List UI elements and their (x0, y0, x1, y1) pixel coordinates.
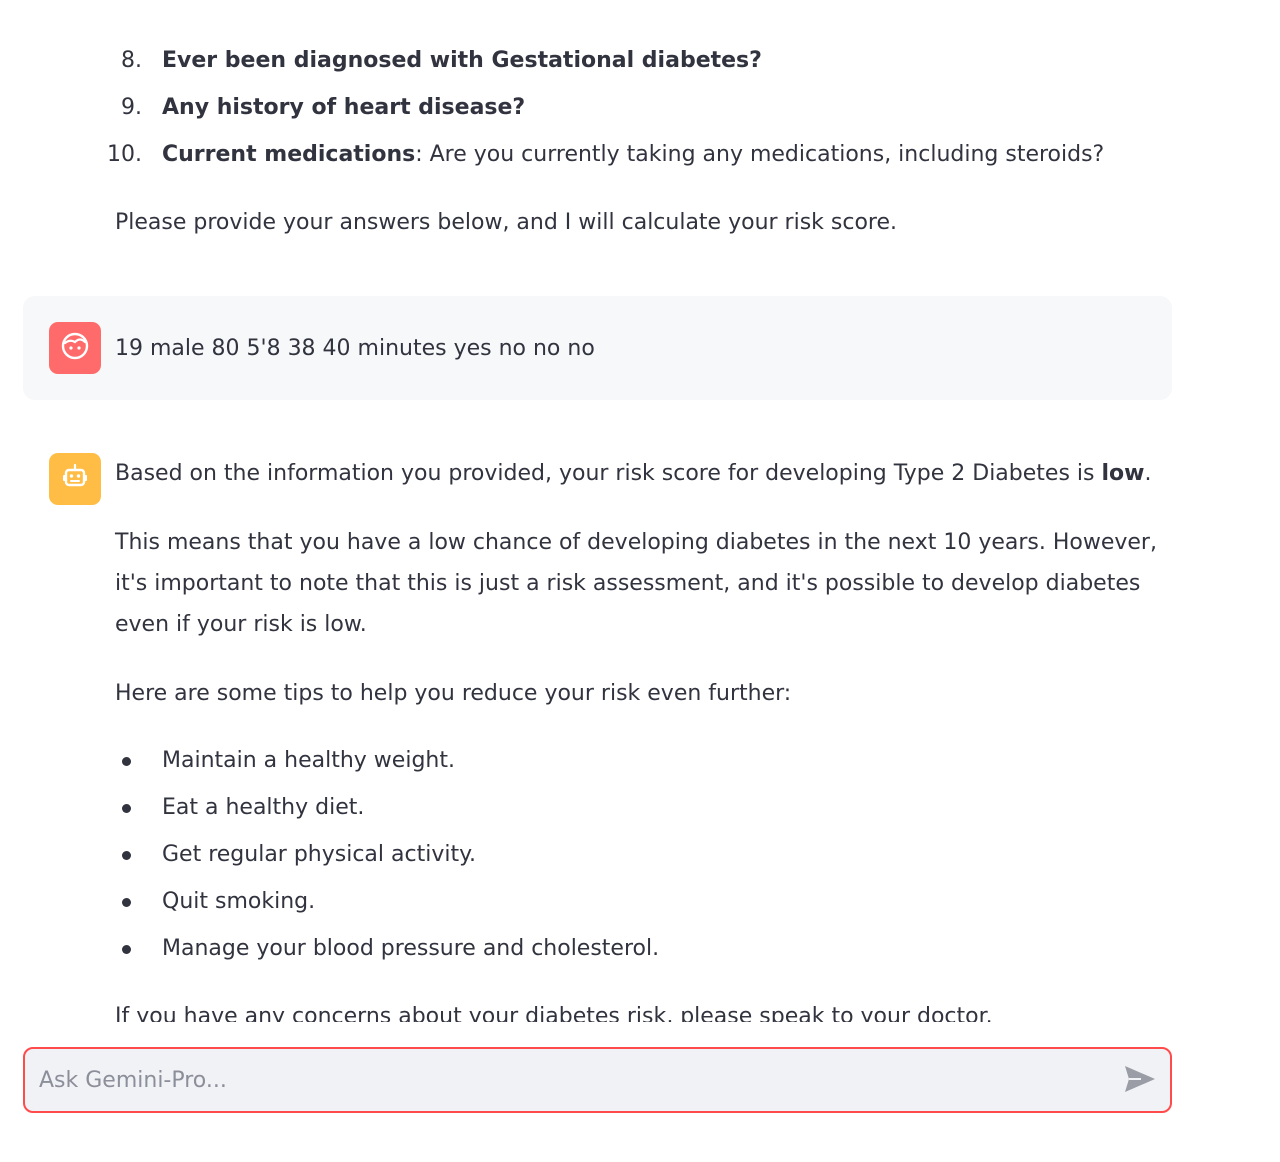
robot-icon (60, 462, 90, 496)
summary-punct: . (1144, 461, 1152, 486)
user-message-text: 19 male 80 5'8 38 40 minutes yes no no n… (115, 336, 595, 361)
chat-page: 8. Ever been diagnosed with Gestational d… (0, 0, 1280, 1162)
send-button[interactable] (1110, 1049, 1170, 1111)
list-item: 9. Any history of heart disease? (0, 87, 1200, 134)
tip-text: Quit smoking. (162, 889, 316, 914)
user-message: 19 male 80 5'8 38 40 minutes yes no no n… (23, 296, 1172, 400)
list-item: 8. Ever been diagnosed with Gestational d… (0, 40, 1200, 87)
user-face-icon (60, 331, 90, 365)
assistant-tips-intro: Here are some tips to help you reduce yo… (115, 681, 792, 706)
chat-history[interactable]: 8. Ever been diagnosed with Gestational d… (0, 0, 1280, 1022)
bullet (122, 945, 131, 954)
bullet (122, 757, 131, 766)
list-item: Eat a healthy diet. (0, 787, 1200, 834)
bullet (122, 804, 131, 813)
tip-text: Get regular physical activity. (162, 842, 476, 867)
assistant-closing-advice: If you have any concerns about your diab… (115, 1004, 993, 1022)
risk-level: low (1101, 461, 1145, 486)
question-rest: : Are you currently taking any medicatio… (415, 142, 1105, 167)
assistant-closing-text: Please provide your answers below, and I… (115, 210, 898, 235)
user-avatar (49, 322, 101, 374)
chat-input-container (23, 1047, 1172, 1113)
questionnaire-list: 8. Ever been diagnosed with Gestational d… (0, 40, 1200, 181)
tip-text: Eat a healthy diet. (162, 795, 365, 820)
tip-text: Manage your blood pressure and cholester… (162, 936, 660, 961)
list-item: 10. Current medications: Are you currentl… (0, 134, 1200, 181)
tips-list: Maintain a healthy weight. Eat a healthy… (0, 740, 1200, 975)
list-item: Maintain a healthy weight. (0, 740, 1200, 787)
assistant-risk-summary: Based on the information you provided, y… (115, 453, 1151, 494)
send-icon (1123, 1064, 1157, 1097)
assistant-avatar (49, 453, 101, 505)
list-item: Get regular physical activity. (0, 834, 1200, 881)
list-number: 9. (121, 95, 142, 120)
list-number: 10. (107, 142, 142, 167)
list-number: 8. (121, 48, 142, 73)
assistant-explanation: This means that you have a low chance of… (115, 530, 1157, 637)
summary-text: Based on the information you provided, y… (115, 461, 1102, 486)
question-bold: Ever been diagnosed with Gestational dia… (162, 48, 762, 73)
list-item: Manage your blood pressure and cholester… (0, 928, 1200, 975)
bullet (122, 851, 131, 860)
tip-text: Maintain a healthy weight. (162, 748, 455, 773)
list-item: Quit smoking. (0, 881, 1200, 928)
chat-input[interactable] (25, 1049, 1110, 1111)
bullet (122, 898, 131, 907)
question-bold: Any history of heart disease? (162, 95, 526, 120)
question-bold: Current medications (162, 142, 416, 167)
